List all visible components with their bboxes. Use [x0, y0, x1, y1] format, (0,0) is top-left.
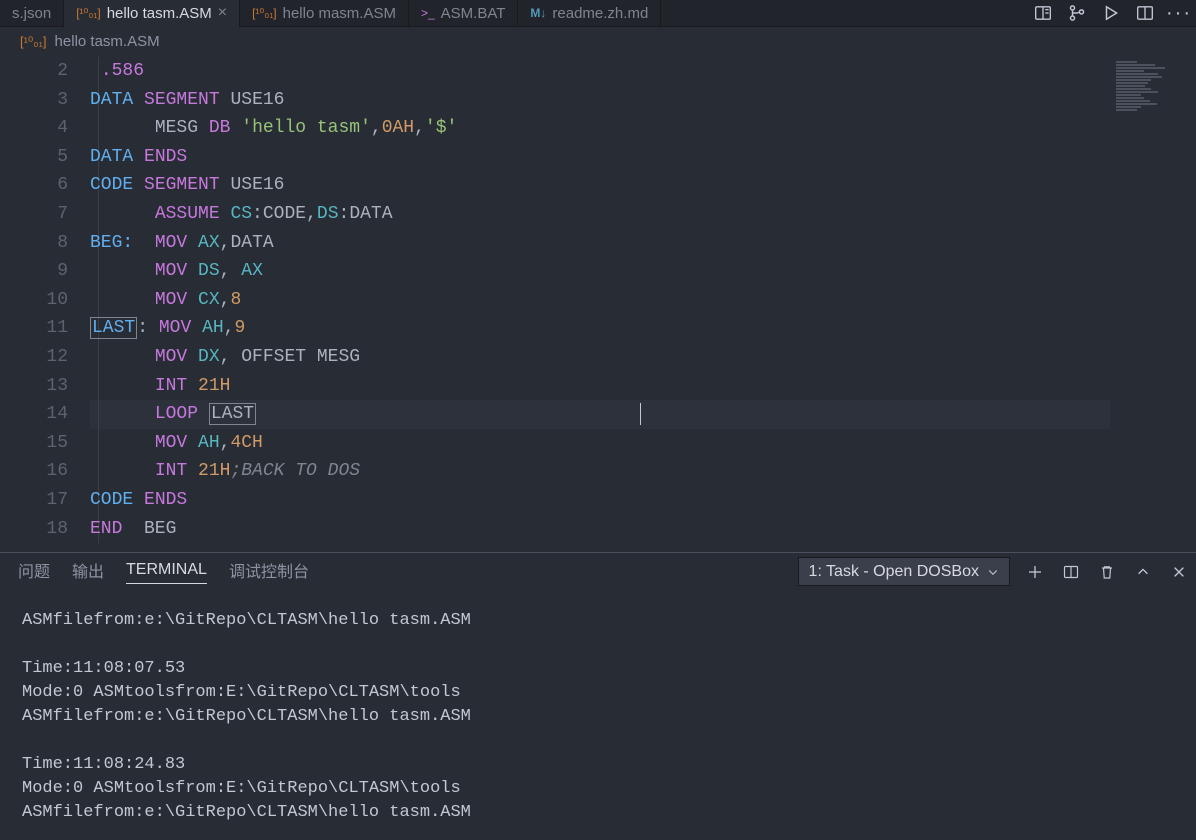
- asm-icon: [¹⁰₀₁]: [252, 6, 277, 20]
- code-line[interactable]: MOV DS, AX: [90, 257, 1196, 286]
- code-line[interactable]: MOV AH,4CH: [90, 429, 1196, 458]
- text-cursor: [640, 403, 641, 425]
- line-number: 8: [0, 229, 68, 258]
- line-number: 11: [0, 314, 68, 343]
- terminal-task-label: 1: Task - Open DOSBox: [809, 563, 979, 581]
- code-line[interactable]: LAST: MOV AH,9: [90, 314, 1196, 343]
- chevron-up-icon[interactable]: [1132, 561, 1154, 583]
- editor-tab-0[interactable]: s.json: [0, 0, 64, 27]
- line-number: 13: [0, 372, 68, 401]
- panel-tab-问题[interactable]: 问题: [18, 558, 50, 586]
- bottom-panel: 问题输出TERMINAL调试控制台 1: Task - Open DOSBox …: [0, 552, 1196, 840]
- code-line[interactable]: CODE ENDS: [90, 486, 1196, 515]
- line-number: 16: [0, 457, 68, 486]
- line-number: 12: [0, 343, 68, 372]
- close-panel-icon[interactable]: [1168, 561, 1190, 583]
- code-editor[interactable]: 23456789101112131415161718 .586DATA SEGM…: [0, 57, 1196, 552]
- line-number: 14: [0, 400, 68, 429]
- chevron-down-icon: [987, 566, 999, 578]
- breadcrumb-file: hello tasm.ASM: [55, 33, 160, 50]
- line-number: 3: [0, 86, 68, 115]
- line-number: 17: [0, 486, 68, 515]
- new-terminal-icon[interactable]: [1024, 561, 1046, 583]
- code-line[interactable]: DATA ENDS: [90, 143, 1196, 172]
- tab-label: s.json: [12, 5, 51, 22]
- code-line[interactable]: DATA SEGMENT USE16: [90, 86, 1196, 115]
- split-terminal-icon[interactable]: [1060, 561, 1082, 583]
- panel-tab-调试控制台[interactable]: 调试控制台: [229, 558, 309, 586]
- terminal-task-dropdown[interactable]: 1: Task - Open DOSBox: [798, 557, 1010, 586]
- code-line[interactable]: END BEG: [90, 515, 1196, 544]
- close-tab-icon[interactable]: ×: [218, 4, 227, 22]
- editor-tab-1[interactable]: [¹⁰₀₁] hello tasm.ASM ×: [64, 0, 240, 27]
- code-line[interactable]: MESG DB 'hello tasm',0AH,'$': [90, 114, 1196, 143]
- source-control-diff-icon[interactable]: [1060, 0, 1094, 27]
- line-number: 9: [0, 257, 68, 286]
- line-number: 10: [0, 286, 68, 315]
- breadcrumb[interactable]: [¹⁰₀₁] hello tasm.ASM: [0, 27, 1196, 57]
- code-line[interactable]: ASSUME CS:CODE,DS:DATA: [90, 200, 1196, 229]
- editor-tabbar: s.json [¹⁰₀₁] hello tasm.ASM × [¹⁰₀₁] hello m…: [0, 0, 1196, 27]
- code-line[interactable]: LOOP LAST: [90, 400, 1196, 429]
- line-number: 15: [0, 429, 68, 458]
- split-editor-icon[interactable]: [1128, 0, 1162, 27]
- editor-tab-3[interactable]: >_ ASM.BAT: [409, 0, 518, 27]
- editor-tab-4[interactable]: M↓ readme.zh.md: [518, 0, 661, 27]
- code-line[interactable]: CODE SEGMENT USE16: [90, 171, 1196, 200]
- line-number: 5: [0, 143, 68, 172]
- markdown-icon: M↓: [530, 6, 546, 20]
- asm-icon: [¹⁰₀₁]: [76, 6, 101, 20]
- code-line[interactable]: MOV CX,8: [90, 286, 1196, 315]
- tab-label: ASM.BAT: [441, 5, 506, 22]
- terminal-output[interactable]: ASMfilefrom:e:\GitRepo\CLTASM\hello tasm…: [0, 591, 1196, 840]
- panel-tab-输出[interactable]: 输出: [72, 558, 104, 586]
- kill-terminal-icon[interactable]: [1096, 561, 1118, 583]
- tab-label: hello tasm.ASM: [107, 5, 212, 22]
- tab-label: readme.zh.md: [552, 5, 648, 22]
- line-number: 7: [0, 200, 68, 229]
- line-number: 18: [0, 515, 68, 544]
- editor-tab-2[interactable]: [¹⁰₀₁] hello masm.ASM: [240, 0, 409, 27]
- more-actions-icon[interactable]: ···: [1162, 0, 1196, 27]
- code-line[interactable]: BEG: MOV AX,DATA: [90, 229, 1196, 258]
- panel-tab-terminal[interactable]: TERMINAL: [126, 561, 207, 584]
- run-icon[interactable]: [1094, 0, 1128, 27]
- line-number: 2: [0, 57, 68, 86]
- code-area[interactable]: .586DATA SEGMENT USE16 MESG DB 'hello ta…: [90, 57, 1196, 552]
- code-line[interactable]: .586: [90, 57, 1196, 86]
- line-number-gutter: 23456789101112131415161718: [0, 57, 90, 552]
- asm-icon: [¹⁰₀₁]: [20, 34, 47, 50]
- tab-label: hello masm.ASM: [283, 5, 396, 22]
- line-number: 6: [0, 171, 68, 200]
- bat-icon: >_: [421, 6, 435, 20]
- code-line[interactable]: INT 21H: [90, 372, 1196, 401]
- line-number: 4: [0, 114, 68, 143]
- code-line[interactable]: INT 21H;BACK TO DOS: [90, 457, 1196, 486]
- minimap[interactable]: [1116, 61, 1186, 131]
- code-line[interactable]: MOV DX, OFFSET MESG: [90, 343, 1196, 372]
- preview-icon[interactable]: [1026, 0, 1060, 27]
